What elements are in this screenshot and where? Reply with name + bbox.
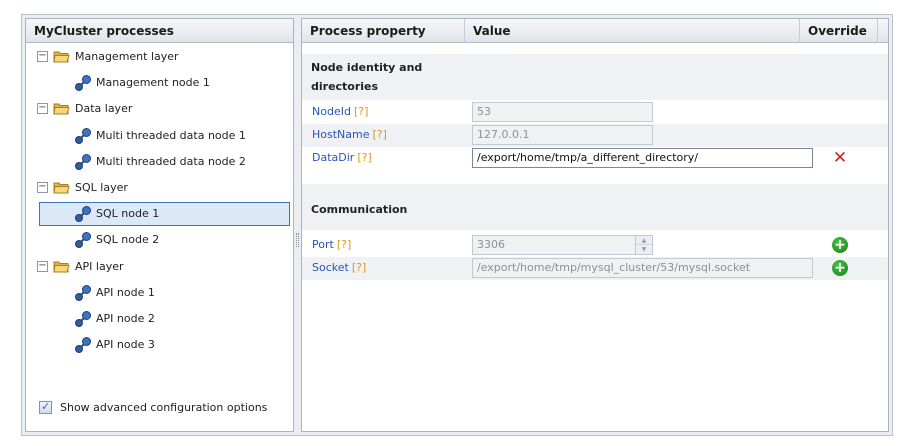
nodeid-value-field: 53 [472, 102, 653, 122]
tree-group-api-layer[interactable]: − API layer [26, 256, 293, 278]
tree-node-label: SQL node 1 [96, 207, 160, 220]
help-link[interactable]: [?] [357, 151, 371, 164]
tree-node-label: API node 3 [96, 338, 155, 351]
hostname-value-field: 127.0.0.1 [472, 125, 653, 145]
remove-override-icon[interactable]: ✕ [831, 149, 849, 167]
process-tree-panel: MyCluster processes − Management layer M… [25, 18, 294, 432]
tree-group-data-layer[interactable]: − Data layer [26, 98, 293, 120]
open-folder-icon [53, 182, 70, 194]
property-row-nodeid: NodeId [?] 53 [302, 101, 888, 124]
process-node-icon [75, 285, 91, 301]
checkmark-icon: ✓ [41, 400, 51, 413]
section-node-identity: Node identity and directories [302, 54, 888, 100]
property-name: HostName [?] [312, 128, 387, 141]
help-link[interactable]: [?] [373, 128, 387, 141]
advanced-options-checkbox[interactable]: ✓ [39, 400, 52, 414]
tree-node-label: Multi threaded data node 2 [96, 155, 246, 168]
tree-node-data-node-1[interactable]: Multi threaded data node 1 [26, 125, 293, 147]
collapse-icon[interactable]: − [37, 182, 48, 193]
property-name: Port [?] [312, 238, 351, 251]
process-node-icon [75, 311, 91, 327]
property-name: DataDir [?] [312, 151, 372, 164]
tree-node-api-node-2[interactable]: API node 2 [26, 308, 293, 330]
property-row-hostname: HostName [?] 127.0.0.1 [302, 124, 888, 147]
process-node-icon [75, 75, 91, 91]
section-title: Node identity and [311, 61, 423, 74]
property-grid-header: Process property Value Override [302, 19, 888, 43]
property-name: Socket [?] [312, 261, 366, 274]
property-name-text: DataDir [312, 151, 355, 164]
help-link[interactable]: [?] [354, 105, 368, 118]
tree-group-label: API layer [75, 260, 124, 273]
section-title: Communication [311, 203, 408, 216]
property-grid-body: Node identity and directories NodeId [?] … [302, 44, 888, 431]
tree-group-sql-layer[interactable]: − SQL layer [26, 177, 293, 199]
tree-group-label: Data layer [75, 102, 133, 115]
section-communication: Communication [302, 184, 888, 230]
tree-node-sql-node-2[interactable]: SQL node 2 [26, 229, 293, 251]
section-title-continued: directories [311, 80, 379, 93]
process-node-icon [75, 337, 91, 353]
tree-node-label: SQL node 2 [96, 233, 160, 246]
tree-panel-title: MyCluster processes [26, 19, 293, 43]
process-node-icon [75, 206, 91, 222]
property-name-text: NodeId [312, 105, 351, 118]
cluster-processes-window: MyCluster processes − Management layer M… [21, 14, 893, 436]
add-override-icon[interactable]: + [832, 260, 848, 276]
spinner-up-icon: ▲ [636, 236, 652, 245]
tree-node-label: API node 2 [96, 312, 155, 325]
tree-node-api-node-3[interactable]: API node 3 [26, 334, 293, 356]
column-header-property[interactable]: Process property [302, 19, 465, 43]
property-name-text: Port [312, 238, 334, 251]
property-row-port: Port [?] 3306 ▲ ▼ + [302, 234, 888, 257]
tree-node-data-node-2[interactable]: Multi threaded data node 2 [26, 151, 293, 173]
tree-node-management-node-1[interactable]: Management node 1 [26, 72, 293, 94]
tree-node-label: API node 1 [96, 286, 155, 299]
property-row-socket: Socket [?] /export/home/tmp/mysql_cluster… [302, 257, 888, 280]
tree-node-api-node-1[interactable]: API node 1 [26, 282, 293, 304]
help-link[interactable]: [?] [352, 261, 366, 274]
collapse-icon[interactable]: − [37, 261, 48, 272]
process-node-icon [75, 154, 91, 170]
spinner-down-icon: ▼ [641, 246, 647, 253]
property-name-text: Socket [312, 261, 349, 274]
open-folder-icon [53, 103, 70, 115]
property-name-text: HostName [312, 128, 370, 141]
tree-group-label: Management layer [75, 50, 179, 63]
help-link[interactable]: [?] [337, 238, 351, 251]
process-property-panel: Process property Value Override Node ide… [301, 18, 889, 432]
datadir-input[interactable]: /export/home/tmp/a_different_directory/ [472, 148, 813, 168]
property-row-datadir: DataDir [?] /export/home/tmp/a_different_… [302, 147, 888, 170]
tree-node-label: Management node 1 [96, 76, 210, 89]
tree-group-management-layer[interactable]: − Management layer [26, 46, 293, 68]
column-header-value[interactable]: Value [465, 19, 800, 43]
collapse-icon[interactable]: − [37, 103, 48, 114]
port-value-text: 3306 [477, 238, 505, 251]
open-folder-icon [53, 261, 70, 273]
tree-group-label: SQL layer [75, 181, 128, 194]
socket-value-field: /export/home/tmp/mysql_cluster/53/mysql.… [472, 258, 813, 278]
tree-node-label: Multi threaded data node 1 [96, 129, 246, 142]
advanced-options-label: Show advanced configuration options [60, 401, 268, 414]
process-node-icon [75, 128, 91, 144]
property-name: NodeId [?] [312, 105, 368, 118]
panel-splitter-handle[interactable] [296, 233, 299, 247]
port-value-field: 3306 ▲ ▼ [472, 235, 653, 255]
column-header-override[interactable]: Override [800, 19, 878, 43]
open-folder-icon [53, 51, 70, 63]
tree-node-sql-node-1[interactable]: SQL node 1 [26, 202, 293, 226]
collapse-icon[interactable]: − [37, 51, 48, 62]
port-spinner: ▲ ▼ [635, 236, 652, 254]
process-node-icon [75, 232, 91, 248]
add-override-icon[interactable]: + [832, 237, 848, 253]
